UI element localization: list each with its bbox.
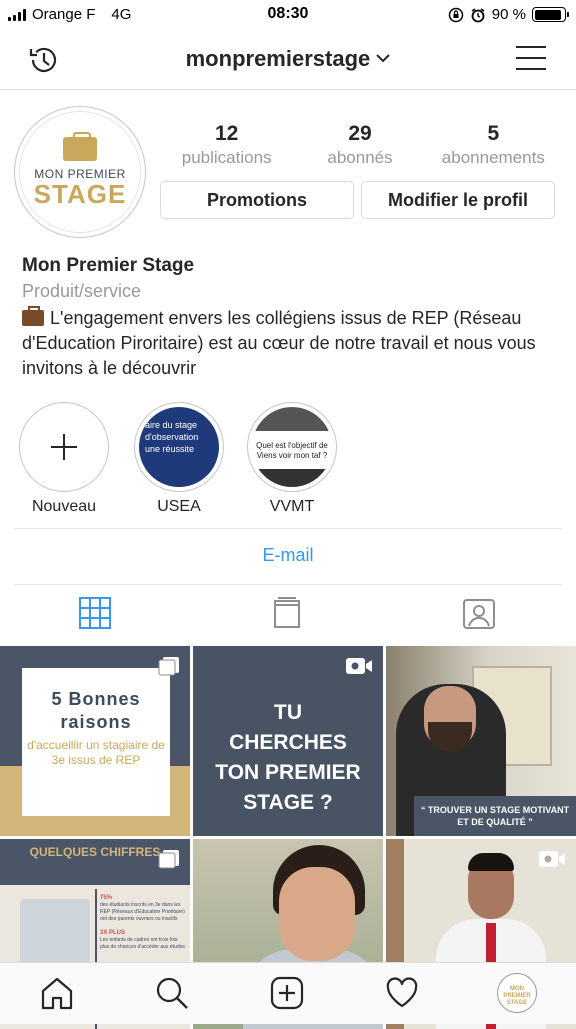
profile-category: Produit/service <box>22 281 142 301</box>
username: monpremierstage <box>185 46 371 71</box>
post-thumbnail[interactable]: TU CHERCHES TON PREMIER STAGE ? <box>193 646 383 836</box>
stat-value: 29 <box>348 122 372 145</box>
post-card: 5 Bonnes raisons d'accueillir un stagiai… <box>22 668 170 816</box>
post-image-face <box>279 867 355 961</box>
bottom-nav: MON PREMIER STAGE <box>0 962 576 1024</box>
grid-icon[interactable] <box>78 596 112 630</box>
stat-publications: 12 publications <box>160 122 293 168</box>
profile-icon[interactable]: MON PREMIER STAGE <box>497 973 537 1013</box>
search-icon[interactable] <box>154 975 190 1011</box>
email-button[interactable]: E-mail <box>0 545 576 566</box>
post-illustration <box>20 899 90 969</box>
avatar-line2: STAGE <box>33 179 127 209</box>
post-thumbnail[interactable]: “ TROUVER UN STAGE MOTIVANT ET DE QUALIT… <box>386 646 576 836</box>
post-text: TU CHERCHES TON PREMIER STAGE ? <box>215 701 361 814</box>
profile-stats: 12 publications 29 abonnés 5 abonnements <box>160 122 560 168</box>
orientation-lock-icon <box>448 7 464 22</box>
plus-icon <box>51 434 77 460</box>
post-caption: “ TROUVER UN STAGE MOTIVANT ET DE QUALIT… <box>414 796 576 836</box>
post-image-hair <box>468 853 514 871</box>
highlight-ring: aire du stage d'observation une réussite <box>134 402 224 492</box>
add-icon[interactable] <box>269 975 305 1011</box>
account-switcher[interactable]: monpremierstage <box>0 46 576 72</box>
highlight-usea[interactable]: aire du stage d'observation une réussite… <box>134 402 224 516</box>
chevron-down-icon <box>376 54 391 63</box>
stat-value: 5 <box>487 122 500 145</box>
post-thumbnail[interactable]: 5 Bonnes raisons d'accueillir un stagiai… <box>0 646 190 836</box>
briefcase-emoji-icon <box>22 306 44 326</box>
avatar: MON PREMIER STAGE <box>19 111 141 233</box>
highlight-ring: Quel est l'objectif de Viens voir mon ta… <box>247 402 337 492</box>
profile-avatar[interactable]: MON PREMIER STAGE <box>14 106 146 238</box>
stat1-text: des étudiants inscrits en 3e dans les RE… <box>100 902 185 922</box>
profile-tabs <box>0 596 576 636</box>
stat2-text: Les enfants de cadres ont trois fois plu… <box>100 937 185 950</box>
stat1: 75% <box>100 895 113 901</box>
highlight-label: VVMT <box>269 498 315 515</box>
heart-icon[interactable] <box>384 975 420 1011</box>
top-nav: monpremierstage <box>0 30 576 90</box>
stat-following[interactable]: 5 abonnements <box>427 122 560 168</box>
profile-bio: L'engagement envers les collégiens issus… <box>22 306 562 381</box>
highlight-cover: Quel est l'objectif de Viens voir mon ta… <box>252 407 332 487</box>
stat-label: abonnements <box>441 148 545 167</box>
divider <box>14 584 562 585</box>
profile-name: Mon Premier Stage <box>22 255 195 276</box>
promotions-button[interactable]: Promotions <box>160 181 354 219</box>
igtv-icon[interactable] <box>270 596 304 630</box>
highlight-cover: aire du stage d'observation une réussite <box>139 407 219 487</box>
stat-label: abonnés <box>327 148 393 167</box>
status-bar: Orange F 4G 08:30 90 % <box>0 0 576 30</box>
stat2: 3X PLUS <box>100 930 126 936</box>
highlight-new[interactable]: Nouveau <box>19 402 109 516</box>
highlight-vvmt[interactable]: Quel est l'objectif de Viens voir mon ta… <box>247 402 337 516</box>
battery-percent: 90 % <box>491 6 526 23</box>
alarm-icon <box>471 7 485 22</box>
home-icon[interactable] <box>39 975 75 1011</box>
stat-followers[interactable]: 29 abonnés <box>293 122 426 168</box>
video-icon <box>539 851 565 867</box>
bio-text: L'engagement envers les collégiens issus… <box>22 308 536 378</box>
highlight-label: Nouveau <box>31 498 97 515</box>
stat-value: 12 <box>214 122 239 145</box>
highlight-label: USEA <box>157 498 201 515</box>
post-subtitle: d'accueillir un stagiaire de 3e issus de… <box>27 738 165 767</box>
highlight-cover <box>24 407 104 487</box>
carousel-icon <box>158 657 179 676</box>
stat-label: publications <box>181 148 272 167</box>
video-icon <box>346 658 372 674</box>
highlight-ring <box>19 402 109 492</box>
tagged-icon[interactable] <box>462 596 496 630</box>
post-title: 5 Bonnes raisons <box>51 689 141 732</box>
carousel-icon <box>158 850 179 869</box>
post-stats: 75% des étudiants inscrits en 3e dans le… <box>100 895 186 951</box>
divider <box>14 528 562 529</box>
menu-icon[interactable] <box>516 46 546 72</box>
battery-icon <box>532 7 569 22</box>
briefcase-icon <box>63 132 97 161</box>
edit-profile-button[interactable]: Modifier le profil <box>361 181 555 219</box>
